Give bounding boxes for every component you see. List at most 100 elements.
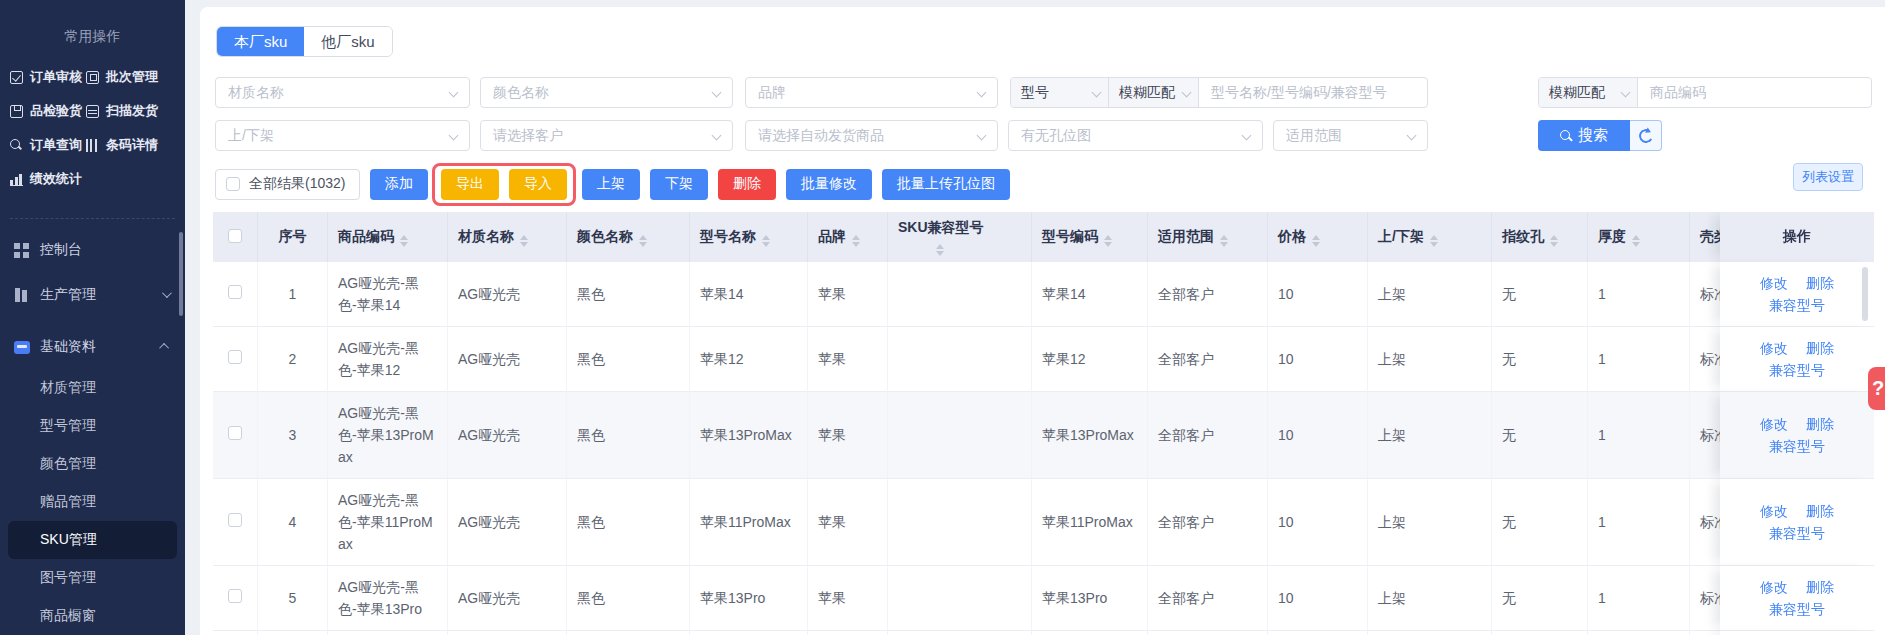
上架-button[interactable]: 上架: [582, 169, 640, 200]
compatible-models-link[interactable]: 兼容型号: [1769, 362, 1825, 378]
column-header-fingerprint[interactable]: 指纹孔: [1492, 212, 1588, 262]
column-header-model[interactable]: 型号名称: [690, 212, 808, 262]
sort-icon[interactable]: [1550, 235, 1558, 247]
sort-icon[interactable]: [936, 244, 944, 256]
tab-他厂sku[interactable]: 他厂sku: [304, 27, 391, 56]
row-checkbox[interactable]: [228, 589, 242, 603]
cell-scope: 全部客户: [1148, 566, 1268, 631]
table-scrollbar[interactable]: [1862, 267, 1868, 321]
edit-link[interactable]: 修改: [1760, 275, 1788, 291]
help-badge[interactable]: ?: [1868, 367, 1885, 410]
quick-action-条码详情[interactable]: 条码详情: [86, 136, 185, 154]
compatible-models-link[interactable]: 兼容型号: [1769, 601, 1825, 617]
submenu-item-商品橱窗[interactable]: 商品橱窗: [0, 597, 185, 635]
list-settings-button[interactable]: 列表设置: [1793, 163, 1863, 191]
op-links: 兼容型号: [1730, 359, 1864, 381]
edit-link[interactable]: 修改: [1760, 503, 1788, 519]
下架-button[interactable]: 下架: [650, 169, 708, 200]
search-button[interactable]: 搜索: [1538, 120, 1630, 151]
delete-link[interactable]: 删除: [1806, 579, 1834, 595]
header-checkbox[interactable]: [228, 229, 242, 243]
quick-action-label: 条码详情: [106, 136, 158, 154]
material-select[interactable]: 材质名称: [215, 77, 470, 108]
quick-action-扫描发货[interactable]: 扫描发货: [86, 102, 185, 120]
menu-item-基础资料[interactable]: 基础资料: [0, 324, 185, 369]
row-checkbox[interactable]: [228, 350, 242, 364]
match-mode-select[interactable]: 模糊匹配: [1109, 78, 1199, 107]
column-header-thickness[interactable]: 厚度: [1588, 212, 1690, 262]
row-checkbox[interactable]: [228, 426, 242, 440]
brand-select[interactable]: 品牌: [745, 77, 998, 108]
compatible-models-link[interactable]: 兼容型号: [1769, 438, 1825, 454]
sort-icon[interactable]: [400, 235, 408, 247]
submenu-item-材质管理[interactable]: 材质管理: [0, 369, 185, 407]
column-header-sku_compat[interactable]: SKU兼容型号: [888, 212, 1032, 262]
sidebar-scrollbar[interactable]: [179, 232, 183, 316]
column-header-model_code[interactable]: 型号编码: [1032, 212, 1148, 262]
submenu-item-图号管理[interactable]: 图号管理: [0, 559, 185, 597]
column-header-color[interactable]: 颜色名称: [567, 212, 690, 262]
cell-status: 上架: [1368, 262, 1492, 327]
sort-icon[interactable]: [1430, 235, 1438, 247]
column-header-material[interactable]: 材质名称: [448, 212, 567, 262]
refresh-button[interactable]: [1630, 120, 1662, 151]
edit-link[interactable]: 修改: [1760, 579, 1788, 595]
sort-icon[interactable]: [1104, 235, 1112, 247]
column-header-status[interactable]: 上/下架: [1368, 212, 1492, 262]
sort-icon[interactable]: [1220, 235, 1228, 247]
sort-asc-icon: [1632, 235, 1640, 240]
tab-本厂sku[interactable]: 本厂sku: [217, 27, 304, 56]
sort-icon[interactable]: [762, 235, 770, 247]
quick-action-订单审核[interactable]: 订单审核: [10, 68, 86, 86]
edit-link[interactable]: 修改: [1760, 416, 1788, 432]
cell-status: 上架: [1368, 479, 1492, 566]
submenu-item-SKU管理[interactable]: SKU管理: [8, 521, 177, 559]
column-header-brand[interactable]: 品牌: [808, 212, 888, 262]
sort-icon[interactable]: [1312, 235, 1320, 247]
model-field-select[interactable]: 型号: [1011, 78, 1109, 107]
column-header-scope[interactable]: 适用范围: [1148, 212, 1268, 262]
批量修改-button[interactable]: 批量修改: [786, 169, 872, 200]
compatible-models-link[interactable]: 兼容型号: [1769, 525, 1825, 541]
quick-action-批次管理[interactable]: 批次管理: [86, 68, 185, 86]
auto-ship-select[interactable]: 请选择自动发货商品: [745, 120, 998, 151]
menu-item-生产管理[interactable]: 生产管理: [0, 272, 185, 317]
submenu-item-赠品管理[interactable]: 赠品管理: [0, 483, 185, 521]
column-header-price[interactable]: 价格: [1268, 212, 1368, 262]
delete-link[interactable]: 删除: [1806, 416, 1834, 432]
导出-button[interactable]: 导出: [441, 169, 499, 200]
menu-item-控制台[interactable]: 控制台: [0, 227, 185, 272]
product-code-input[interactable]: 商品编码: [1638, 78, 1871, 107]
row-checkbox[interactable]: [228, 513, 242, 527]
cell-ops: [1720, 631, 1874, 635]
submenu-item-颜色管理[interactable]: 颜色管理: [0, 445, 185, 483]
row-checkbox[interactable]: [228, 285, 242, 299]
color-select[interactable]: 颜色名称: [480, 77, 733, 108]
sort-icon[interactable]: [639, 235, 647, 247]
hole-image-select[interactable]: 有无孔位图: [1008, 120, 1263, 151]
sort-icon[interactable]: [852, 235, 860, 247]
delete-link[interactable]: 删除: [1806, 503, 1834, 519]
quick-action-品检验货[interactable]: 品检验货: [10, 102, 86, 120]
submenu-item-型号管理[interactable]: 型号管理: [0, 407, 185, 445]
model-keyword-input[interactable]: 型号名称/型号编码/兼容型号: [1199, 78, 1427, 107]
delete-link[interactable]: 删除: [1806, 340, 1834, 356]
删除-button[interactable]: 删除: [718, 169, 776, 200]
edit-link[interactable]: 修改: [1760, 340, 1788, 356]
match-mode-select[interactable]: 模糊匹配: [1539, 78, 1638, 107]
批量上传孔位图-button[interactable]: 批量上传孔位图: [882, 169, 1010, 200]
compatible-models-link[interactable]: 兼容型号: [1769, 297, 1825, 313]
scope-select[interactable]: 适用范围: [1273, 120, 1428, 151]
添加-button[interactable]: 添加: [370, 169, 428, 200]
customer-select[interactable]: 请选择客户: [480, 120, 733, 151]
quick-action-绩效统计[interactable]: 绩效统计: [10, 170, 86, 188]
sort-asc-icon: [1312, 235, 1320, 240]
sort-icon[interactable]: [520, 235, 528, 247]
column-header-code[interactable]: 商品编码: [328, 212, 448, 262]
导入-button[interactable]: 导入: [509, 169, 567, 200]
select-all-checkbox[interactable]: [226, 177, 240, 191]
delete-link[interactable]: 删除: [1806, 275, 1834, 291]
status-select[interactable]: 上/下架: [215, 120, 470, 151]
quick-action-订单查询[interactable]: 订单查询: [10, 136, 86, 154]
sort-icon[interactable]: [1632, 235, 1640, 247]
